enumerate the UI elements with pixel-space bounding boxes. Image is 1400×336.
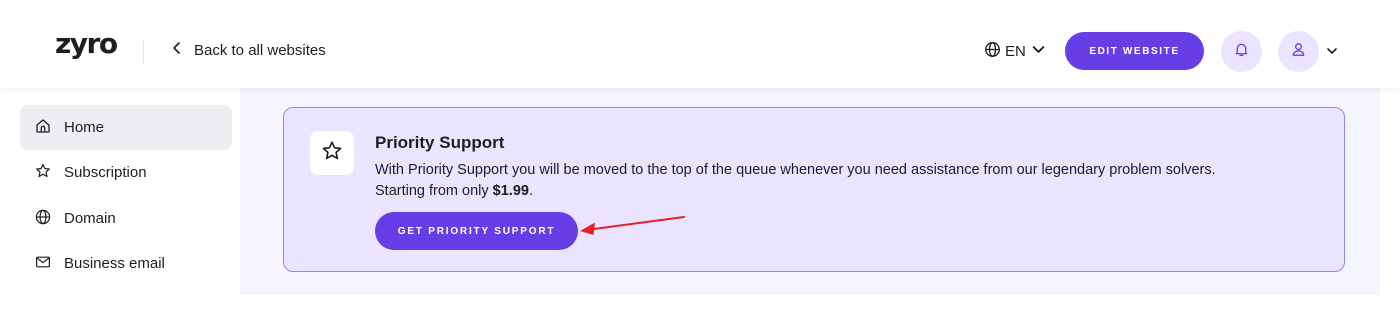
user-menu-button[interactable] [1278,31,1319,72]
main-content: Priority Support With Priority Support y… [240,88,1380,295]
chevron-down-icon [1030,41,1047,62]
sidebar-item-home[interactable]: Home [20,105,232,150]
back-to-websites-link[interactable]: Back to all websites [170,41,326,59]
sidebar-item-business-email[interactable]: Business email [20,241,232,286]
chevron-left-icon [170,41,184,59]
star-icon [35,163,51,183]
user-menu-chevron-icon[interactable] [1325,44,1339,58]
card-description: With Priority Support you will be moved … [375,160,1315,202]
back-link-label: Back to all websites [194,41,326,59]
get-priority-support-button[interactable]: GET PRIORITY SUPPORT [375,212,578,250]
priority-support-card: Priority Support With Priority Support y… [283,107,1345,272]
edit-website-button[interactable]: EDIT WEBSITE [1065,32,1204,70]
price-suffix: . [528,183,533,199]
sidebar-item-label: Business email [64,255,165,272]
notifications-button[interactable] [1221,31,1262,72]
sidebar-item-subscription[interactable]: Subscription [20,150,232,195]
sidebar-item-label: Home [64,119,105,136]
language-label: EN [1005,43,1026,60]
home-icon [35,118,51,138]
mail-icon [35,254,51,274]
card-price-line: Starting from only $1.99. [375,181,1315,202]
globe-icon [984,41,1001,62]
zyro-logo[interactable]: zyro [55,30,118,58]
card-title: Priority Support [375,133,505,152]
globe-icon [35,209,51,229]
user-icon [1290,41,1307,63]
bell-icon [1233,41,1250,63]
star-icon [321,140,343,167]
header-divider [143,40,144,64]
annotation-arrow [580,216,685,235]
sidebar-nav: Home Subscription Domain Business email [0,88,240,336]
top-header: zyro Back to all websites EN EDIT WEBSIT… [0,0,1400,88]
card-icon-container [310,131,354,175]
sidebar-item-label: Domain [64,210,116,227]
language-selector[interactable]: EN [984,41,1047,62]
sidebar-item-domain[interactable]: Domain [20,196,232,241]
card-description-line: With Priority Support you will be moved … [375,162,1216,178]
price-value: $1.99 [492,183,529,199]
sidebar-item-label: Subscription [64,164,147,181]
price-prefix: Starting from only [375,183,493,199]
